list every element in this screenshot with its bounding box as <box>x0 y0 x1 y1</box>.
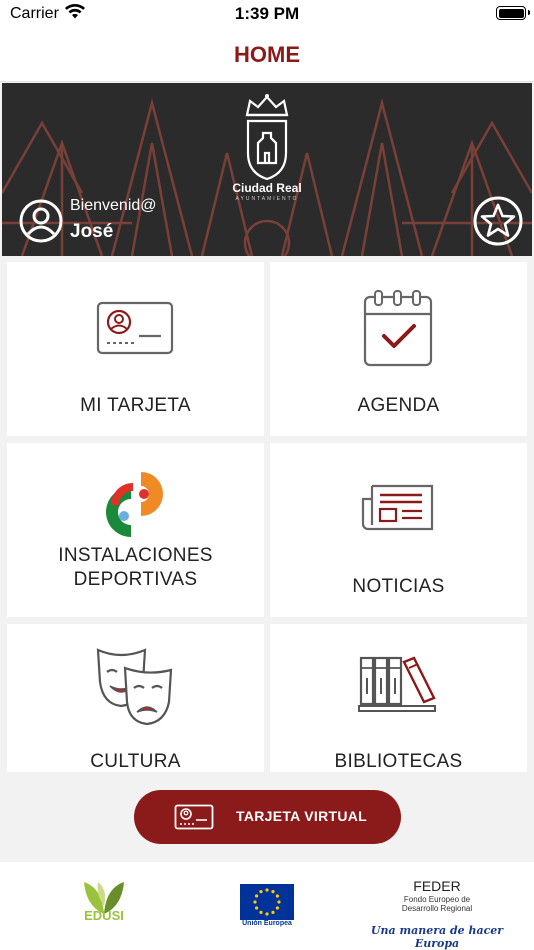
id-card-icon <box>174 804 214 830</box>
tile-instalaciones-deportivas[interactable]: INSTALACIONES DEPORTIVAS <box>7 443 264 617</box>
virtual-card-label: TARJETA VIRTUAL <box>236 808 368 824</box>
navigation-bar: HOME <box>0 30 534 82</box>
theater-masks-icon <box>96 648 173 726</box>
menu-grid: MI TARJETA AGENDA INSTALACIONES DEPORTIV… <box>0 256 534 772</box>
tile-noticias[interactable]: NOTICIAS <box>270 443 527 617</box>
tile-label: CULTURA <box>90 751 181 772</box>
tile-label: AGENDA <box>357 395 440 416</box>
tile-bibliotecas[interactable]: BIBLIOTECAS <box>270 624 527 772</box>
virtual-card-button[interactable]: TARJETA VIRTUAL <box>134 790 401 844</box>
tile-mi-tarjeta[interactable]: MI TARJETA <box>7 262 264 436</box>
clock: 1:39 PM <box>234 4 300 23</box>
tile-label: BIBLIOTECAS <box>334 751 463 772</box>
user-avatar-icon[interactable] <box>18 198 64 244</box>
feder-subtitle-1: Fondo Europeo de <box>403 895 471 904</box>
status-bar: Carrier 1:39 PM <box>0 0 534 30</box>
tile-label-line1: INSTALACIONES <box>58 545 213 566</box>
welcome-label: Bienvenid@ <box>70 197 157 214</box>
eu-label: Unión Europea <box>242 920 292 927</box>
feder-title: FEDER <box>413 878 461 894</box>
tile-cultura[interactable]: CULTURA <box>7 624 264 772</box>
books-icon <box>358 656 436 712</box>
user-name: José <box>70 221 114 242</box>
tile-label: MI TARJETA <box>80 395 191 416</box>
calendar-check-icon <box>363 290 433 367</box>
header-banner: Ciudad Real AYUNTAMIENTO Bienvenid@ José <box>2 83 532 256</box>
edusi-label: EDUSI <box>84 908 124 923</box>
feder-subtitle-2: Desarrollo Regional <box>401 904 473 913</box>
tile-label-line2: DEPORTIVAS <box>73 569 198 590</box>
favorites-star-icon[interactable] <box>472 195 524 247</box>
battery-icon <box>496 6 530 20</box>
eu-flag-logo <box>240 884 294 920</box>
newspaper-icon <box>361 484 434 531</box>
footer-logos: EDUSI Unión Europea FEDER Fondo Europeo … <box>0 862 534 950</box>
sports-facilities-logo <box>106 472 163 537</box>
tile-agenda[interactable]: AGENDA <box>270 262 527 436</box>
id-card-icon <box>96 301 174 355</box>
city-subtitle: AYUNTAMIENTO <box>235 196 299 202</box>
city-name: Ciudad Real <box>232 181 302 195</box>
page-title: HOME <box>234 42 300 67</box>
city-crest-logo <box>245 94 289 181</box>
tile-label: NOTICIAS <box>352 576 445 597</box>
feder-motto: Una manera de hacer Europa <box>370 924 504 950</box>
